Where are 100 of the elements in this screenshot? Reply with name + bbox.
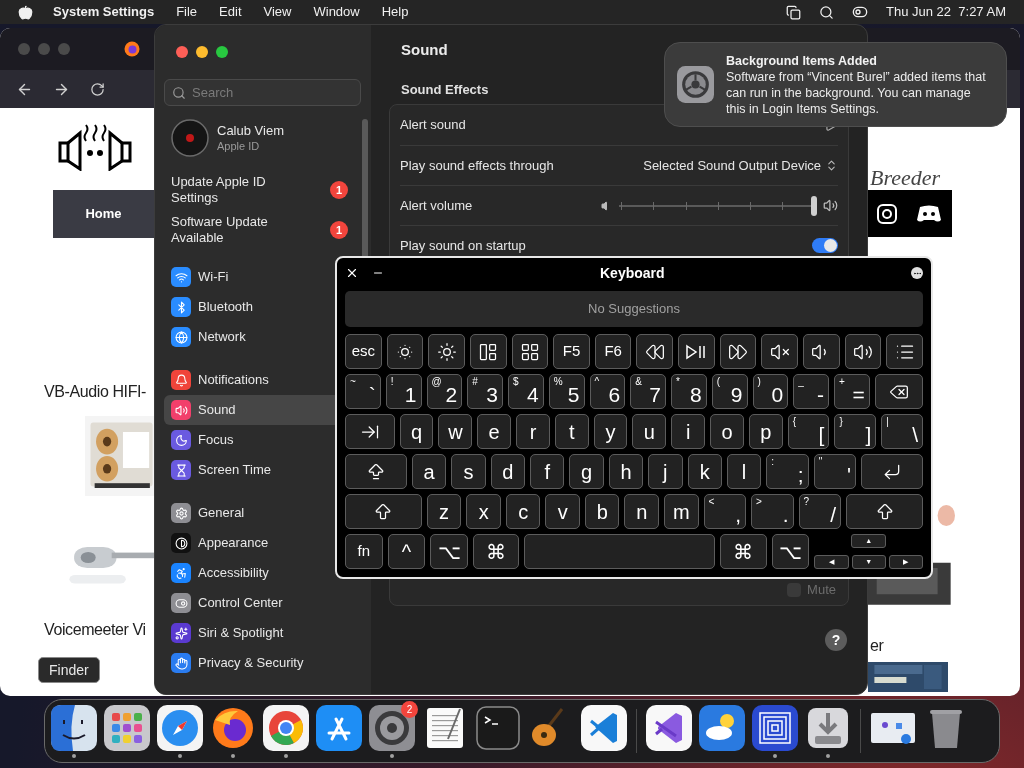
ring-icon[interactable] [263,704,309,751]
keyboard-key[interactable] [386,334,424,369]
close-icon[interactable] [345,266,359,280]
keyboard-key[interactable]: esc [345,334,382,369]
keyboard-key[interactable]: d [490,454,526,489]
keyboard-key[interactable]: n [624,494,659,529]
sidebar-item[interactable]: Control Center [164,588,371,618]
weather-icon[interactable] [699,704,745,751]
concentric-squares-icon[interactable] [752,704,798,751]
popup-menu[interactable]: Selected Sound Output Device [643,155,838,176]
keyboard-key[interactable]: b [584,494,620,529]
keyboard-key[interactable]: & 7 [630,374,666,409]
menu-clock[interactable]: Thu Jun 22 7:27 AM [886,2,1006,22]
keyboard-key[interactable]: < , [703,494,747,529]
keyboard-key[interactable]: a [411,454,447,489]
more-button[interactable] [911,267,923,279]
keyboard-key[interactable] [719,334,757,369]
compass-icon[interactable] [157,704,203,751]
keyboard-key[interactable]: f [530,454,565,489]
keyboard-key[interactable]: { [ [787,414,830,449]
keyboard-key[interactable]: i [671,414,706,449]
keyboard-key[interactable]: F5 [553,334,590,369]
keyboard-key[interactable]: ⌘ [720,534,767,569]
keyboard-key[interactable]: v [545,494,580,529]
keyboard-key[interactable]: # 3 [467,374,503,409]
keyboard-key[interactable]: ⌥ [771,534,810,569]
toggle-switch[interactable] [812,238,838,253]
zoom-button[interactable] [216,46,228,58]
keyboard-key[interactable] [428,334,465,369]
menu-item[interactable]: Help [381,2,409,22]
keyboard-key[interactable] [345,454,407,489]
keyboard-key[interactable] [469,334,507,369]
control-center-icon[interactable] [852,4,869,20]
keyboard-key[interactable]: r [516,414,550,449]
keyboard-key[interactable] [636,334,674,369]
keyboard-key[interactable] [761,334,799,369]
keyboard-key[interactable]: $ 4 [508,374,544,409]
keyboard-key[interactable]: m [664,494,699,529]
keyboard-key[interactable]: g [569,454,604,489]
keyboard-key[interactable]: y [593,414,628,449]
keyboard-key[interactable]: c [505,494,541,529]
keyboard-key[interactable]: q [399,414,434,449]
keyboard-key[interactable] [511,334,549,369]
keyboard-key[interactable]: + = [834,374,870,409]
keyboard-key[interactable]: fn [345,534,383,569]
keyboard-key[interactable]: j [648,454,683,489]
keyboard-key[interactable] [844,334,882,369]
keyboard-key[interactable] [803,334,840,369]
slider-thumb[interactable] [811,195,817,216]
keyboard-key[interactable]: x [466,494,501,529]
keyboard-key[interactable]: w [438,414,473,449]
keyboard-key[interactable]: o [710,414,744,449]
keyboard-key[interactable] [886,334,923,369]
help-button[interactable]: ? [825,629,847,651]
keyboard-key[interactable]: } ] [834,414,877,449]
keyboard-key[interactable]: p [748,414,783,449]
keyboard-key[interactable]: ) 0 [752,374,789,409]
keyboard-key[interactable]: t [554,414,589,449]
camera-icon[interactable] [876,202,898,225]
notification-toast[interactable]: Background Items Added Software from “Vincent Burel” added items that can run in the background. You can manage this in Login Items Settings. [664,42,1007,127]
keyboard-key[interactable]: @ 2 [426,374,463,409]
screen-mirroring-icon[interactable] [786,4,802,20]
search-icon[interactable] [819,4,835,20]
keyboard-key[interactable]: ⌘ [472,534,520,569]
keyboard-key[interactable]: : ; [766,454,809,489]
keyboard-key[interactable]: h [608,454,644,489]
close-button[interactable] [176,46,188,58]
keyboard-key[interactable]: ? / [798,494,842,529]
alert-item[interactable]: Software Update Available [171,214,301,246]
keyboard-key[interactable]: F6 [594,334,632,369]
slider-track[interactable] [619,195,817,216]
keyboard-key[interactable]: k [687,454,722,489]
keyboard-key[interactable]: e [477,414,512,449]
keyboard-key[interactable]: ( 9 [711,374,748,409]
keyboard-key[interactable]: _ - [793,374,829,409]
space-key[interactable] [524,534,716,569]
keyboard-key[interactable] [874,374,924,409]
keyboard-key[interactable]: | \ [881,414,924,449]
menu-item[interactable]: File [176,2,198,22]
account-name[interactable]: Calub Viem [217,123,284,139]
keyboard-key[interactable]: ! 1 [385,374,422,409]
minimize-button[interactable] [196,46,208,58]
keyboard-key[interactable]: ⌥ [430,534,468,569]
face-icon[interactable] [51,704,97,751]
code-editor-icon[interactable] [581,704,627,751]
keyboard-key[interactable]: > . [751,494,794,529]
grid-icon[interactable] [104,704,150,751]
search-field[interactable]: Search [164,79,361,106]
avatar[interactable] [171,119,209,157]
reload-icon[interactable] [90,81,105,97]
keyboard-key[interactable]: ^ 6 [589,374,626,409]
game-controller-icon[interactable] [916,203,942,224]
keyboard-key[interactable]: ~ ` [345,374,381,409]
keyboard-key[interactable]: * 8 [671,374,707,409]
app-store-icon[interactable] [316,704,362,751]
keyboard-key[interactable]: " ' [813,454,857,489]
fox-globe-icon[interactable] [124,41,140,57]
keyboard-key[interactable]: z [426,494,462,529]
menu-item[interactable]: View [263,2,292,22]
keyboard-key[interactable]: ^ [387,534,426,569]
